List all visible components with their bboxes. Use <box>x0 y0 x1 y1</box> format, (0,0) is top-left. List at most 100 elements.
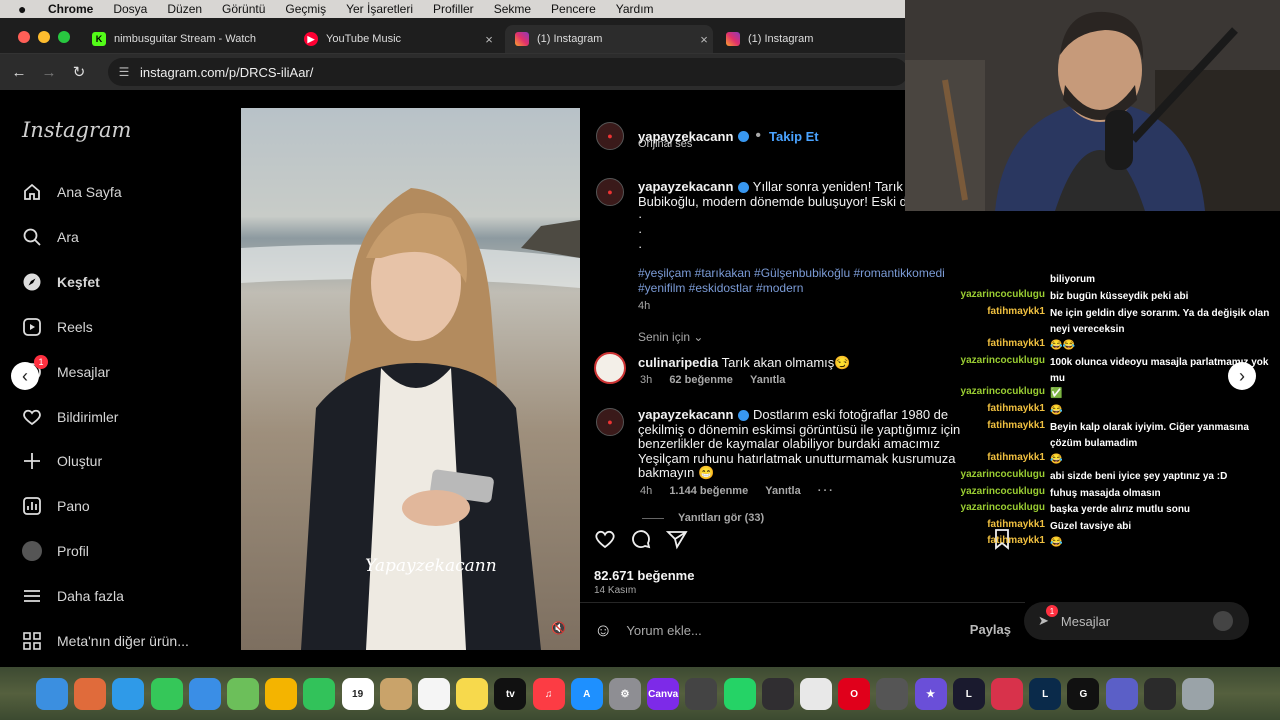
sidebar-item-label: Keşfet <box>57 274 100 290</box>
avatar[interactable]: ● <box>596 122 624 150</box>
close-tab-icon[interactable]: × <box>480 32 498 47</box>
chrome-icon[interactable] <box>800 678 832 710</box>
sidebar-item-search[interactable]: Ara <box>20 224 79 250</box>
reload-icon[interactable]: ↻ <box>64 63 94 81</box>
teams-icon[interactable] <box>1105 678 1138 710</box>
notes-icon[interactable] <box>456 678 489 710</box>
back-arrow-icon[interactable]: ← <box>4 64 34 81</box>
calculator-icon[interactable] <box>876 678 909 710</box>
launchpad-icon[interactable] <box>74 678 107 710</box>
settings-icon[interactable]: ⚙ <box>609 678 641 710</box>
audio-label[interactable]: Orijinal ses <box>638 138 692 150</box>
avatar[interactable] <box>594 352 626 384</box>
caption-author[interactable]: yapayzekacann <box>638 179 733 194</box>
hashtags-line1[interactable]: #yeşilçam #tarıkakan #Gülşenbubikoğlu #r… <box>638 266 945 280</box>
streamlabs-icon[interactable] <box>991 678 1023 710</box>
post-media[interactable]: Yapayzekacann 🔇 <box>241 108 580 650</box>
imovie-icon[interactable]: ★ <box>914 678 947 710</box>
reply-button[interactable]: Yanıtla <box>750 374 785 386</box>
canva-icon[interactable]: Canva <box>647 678 680 710</box>
mail-icon[interactable] <box>188 678 221 710</box>
post-header: ● yapayzekacann • Takip Et <box>596 122 819 150</box>
sidebar-item-notifications[interactable]: Bildirimler <box>20 404 118 430</box>
league-client-icon[interactable]: L <box>1029 678 1062 710</box>
whatsapp-icon[interactable] <box>723 678 756 710</box>
trash-icon[interactable] <box>1182 678 1214 710</box>
menubar-app-name[interactable]: Chrome <box>48 0 93 18</box>
apple-menu-icon[interactable]: ● <box>18 2 34 16</box>
forward-arrow-icon[interactable]: → <box>34 64 64 81</box>
sidebar-item-more[interactable]: Daha fazla <box>20 583 124 609</box>
hashtags-line2[interactable]: #yenifilm #eskidostlar #modern <box>638 281 803 295</box>
comment-icon[interactable] <box>630 528 652 555</box>
league-icon[interactable]: L <box>952 678 985 710</box>
appstore-icon[interactable]: A <box>570 678 603 710</box>
menubar-item[interactable]: Profiller <box>433 0 474 18</box>
comment-input[interactable]: ☺ Yorum ekle... <box>594 620 1014 641</box>
sidebar-item-explore[interactable]: Keşfet <box>20 269 100 295</box>
sidebar-item-create[interactable]: Oluştur <box>20 448 102 474</box>
zoom-window-button[interactable] <box>58 31 70 43</box>
browser-tab-active[interactable]: (1) Instagram × <box>505 25 713 53</box>
avatar[interactable]: ● <box>596 178 624 206</box>
menubar-item[interactable]: Dosya <box>113 0 147 18</box>
music-icon[interactable]: ♫ <box>532 678 565 710</box>
comment-sort-dropdown[interactable]: Senin için ⌄ <box>638 330 703 344</box>
messages-icon[interactable] <box>150 678 183 710</box>
sidebar-item-home[interactable]: Ana Sayfa <box>20 179 122 205</box>
view-replies-button[interactable]: Yanıtları gör (33) <box>642 512 764 524</box>
sidebar-item-profile[interactable]: Profil <box>20 538 89 564</box>
comment-author[interactable]: culinaripedia <box>638 355 718 370</box>
screenshot-icon[interactable] <box>685 678 718 710</box>
messages-floating-bar[interactable]: ➤ 1 Mesajlar <box>1024 602 1249 640</box>
menubar-item[interactable]: Yardım <box>616 0 654 18</box>
browser-tab[interactable]: ▶ YouTube Music × <box>294 25 498 53</box>
likes-count[interactable]: 82.671 beğenme <box>594 568 694 583</box>
menubar-item[interactable]: Yer İşaretleri <box>346 0 413 18</box>
previous-post-button[interactable]: ‹ <box>11 362 39 390</box>
finder-icon[interactable] <box>36 678 68 710</box>
menubar-item[interactable]: Görüntü <box>222 0 265 18</box>
share-icon[interactable] <box>665 528 688 555</box>
appletv-icon[interactable]: tv <box>494 678 527 710</box>
chat-text: 😂 <box>1050 405 1063 416</box>
comment-author[interactable]: yapayzekacann <box>638 407 733 422</box>
menubar-item[interactable]: Sekme <box>494 0 531 18</box>
menubar-item[interactable]: Pencere <box>551 0 596 18</box>
calendar-icon[interactable]: 19 <box>341 678 374 710</box>
follow-button[interactable]: Takip Et <box>769 129 819 144</box>
instagram-logo[interactable]: Instagram <box>22 118 131 142</box>
address-bar[interactable]: ☰ instagram.com/p/DRCS-iliAar/ <box>108 58 908 86</box>
menubar-item[interactable]: Düzen <box>167 0 202 18</box>
menubar-item[interactable]: Geçmiş <box>285 0 326 18</box>
close-window-button[interactable] <box>18 31 30 43</box>
comment-text: Tarık akan olmamış😏 <box>721 355 851 370</box>
safari-icon[interactable] <box>112 678 145 710</box>
comment-likes[interactable]: 62 beğenme <box>669 374 733 386</box>
reply-button[interactable]: Yanıtla <box>765 485 800 497</box>
close-tab-icon[interactable]: × <box>695 32 713 47</box>
minimize-window-button[interactable] <box>38 31 50 43</box>
post-comment-button[interactable]: Paylaş <box>970 622 1011 637</box>
obs-icon[interactable] <box>761 678 794 710</box>
contacts-icon[interactable] <box>379 678 412 710</box>
emoji-icon[interactable]: ☺ <box>594 620 612 641</box>
mute-icon[interactable]: 🔇 <box>551 621 566 635</box>
avatar[interactable]: ● <box>596 408 624 436</box>
like-heart-icon[interactable] <box>594 528 616 555</box>
maps-icon[interactable] <box>227 678 259 710</box>
more-options-icon[interactable]: ··· <box>818 485 835 497</box>
reminders-icon[interactable] <box>418 678 450 710</box>
comment-likes[interactable]: 1.144 beğenme <box>669 485 748 497</box>
sidebar-item-meta-apps[interactable]: Meta'nın diğer ürün... <box>20 628 189 654</box>
photos-icon[interactable] <box>265 678 298 710</box>
capcut-icon[interactable]: G <box>1067 678 1100 710</box>
browser-tab[interactable]: K nimbusguitar Stream - Watch <box>82 25 290 53</box>
browser-tab[interactable]: (1) Instagram <box>716 25 906 53</box>
opera-icon[interactable]: O <box>838 678 871 710</box>
sidebar-item-dashboard[interactable]: Pano <box>20 493 90 519</box>
site-settings-icon[interactable]: ☰ <box>108 65 140 79</box>
facetime-icon[interactable] <box>303 678 336 710</box>
folder-icon[interactable] <box>1143 678 1176 710</box>
sidebar-item-reels[interactable]: Reels <box>20 314 93 340</box>
